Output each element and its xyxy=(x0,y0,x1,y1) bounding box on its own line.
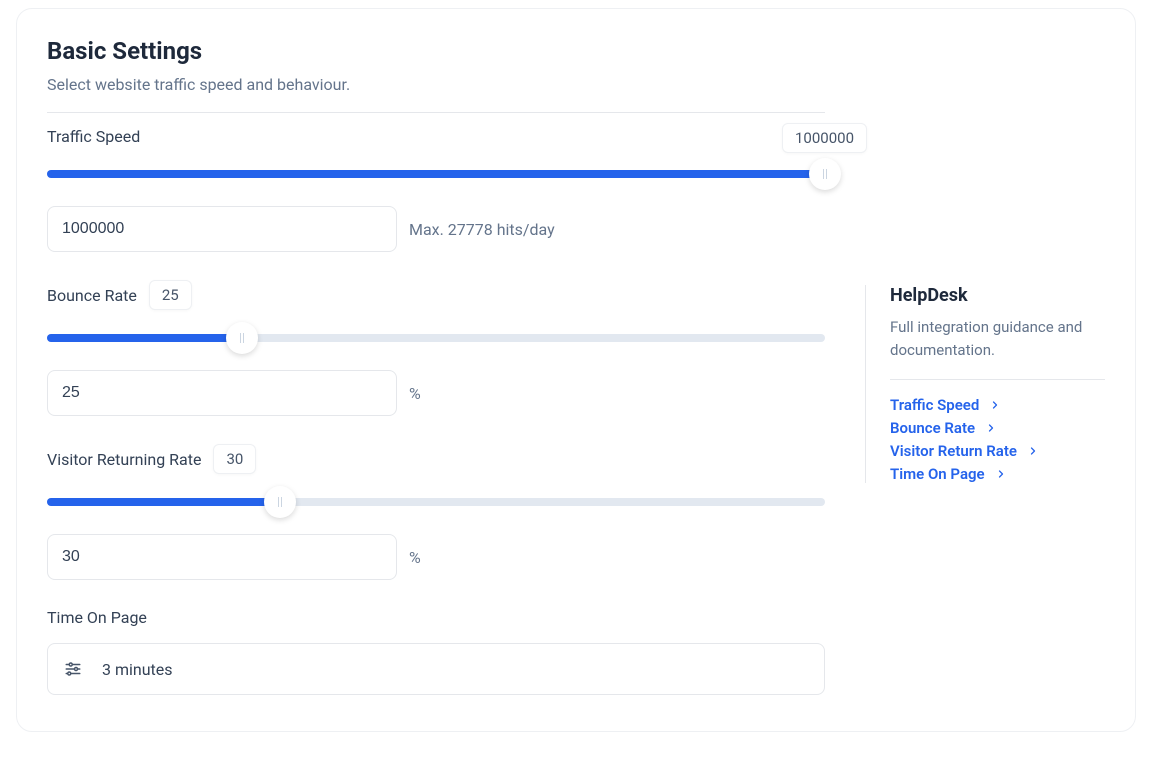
helpdesk-link-traffic-speed[interactable]: Traffic Speed xyxy=(890,396,1105,414)
visitor-return-tooltip: 30 xyxy=(213,444,256,474)
visitor-return-suffix: % xyxy=(409,548,421,567)
helpdesk-desc: Full integration guidance and documentat… xyxy=(890,316,1105,361)
helpdesk-link-bounce-rate[interactable]: Bounce Rate xyxy=(890,419,1105,437)
traffic-speed-slider-fill xyxy=(47,170,825,178)
bounce-rate-setting: Bounce Rate 25 % xyxy=(47,280,825,416)
traffic-speed-label: Traffic Speed xyxy=(47,127,140,146)
helpdesk-link-time-on-page[interactable]: Time On Page xyxy=(890,465,1105,483)
bounce-rate-slider[interactable] xyxy=(47,334,825,342)
helpdesk-link-label: Visitor Return Rate xyxy=(890,442,1017,460)
divider xyxy=(47,112,825,113)
visitor-return-input[interactable] xyxy=(47,534,397,580)
time-on-page-value: 3 minutes xyxy=(102,660,173,679)
traffic-speed-input[interactable] xyxy=(47,206,397,252)
chevron-right-icon xyxy=(985,422,997,434)
basic-settings-card: Basic Settings Select website traffic sp… xyxy=(16,8,1136,732)
helpdesk-link-label: Time On Page xyxy=(890,465,985,483)
visitor-return-slider-thumb[interactable] xyxy=(264,486,296,518)
time-on-page-setting: Time On Page 3 minutes xyxy=(47,608,825,695)
helpdesk-link-label: Traffic Speed xyxy=(890,396,979,414)
traffic-speed-slider[interactable] xyxy=(47,170,825,178)
helpdesk-link-label: Bounce Rate xyxy=(890,419,975,437)
bounce-rate-suffix: % xyxy=(409,384,421,403)
helpdesk-links: Traffic Speed Bounce Rate Visitor Return… xyxy=(890,396,1105,483)
visitor-return-slider[interactable] xyxy=(47,498,825,506)
chevron-right-icon xyxy=(1027,445,1039,457)
traffic-speed-hits: Max. 27778 hits/day xyxy=(409,220,555,239)
visitor-return-label: Visitor Returning Rate xyxy=(47,450,201,469)
settings-main-column: Basic Settings Select website traffic sp… xyxy=(47,37,825,695)
helpdesk-column: HelpDesk Full integration guidance and d… xyxy=(865,37,1105,695)
helpdesk-title: HelpDesk xyxy=(890,285,1105,306)
bounce-rate-label: Bounce Rate xyxy=(47,286,137,305)
helpdesk-link-visitor-return[interactable]: Visitor Return Rate xyxy=(890,442,1105,460)
bounce-rate-slider-fill xyxy=(47,334,242,342)
visitor-return-setting: Visitor Returning Rate 30 % xyxy=(47,444,825,580)
sliders-icon xyxy=(64,660,82,678)
bounce-rate-tooltip: 25 xyxy=(149,280,192,310)
traffic-speed-setting: Traffic Speed 1000000 Max. 27778 hits/da… xyxy=(47,127,825,252)
traffic-speed-slider-thumb[interactable] xyxy=(809,158,841,190)
chevron-right-icon xyxy=(995,468,1007,480)
helpdesk-divider xyxy=(890,379,1105,380)
chevron-right-icon xyxy=(989,399,1001,411)
page-title: Basic Settings xyxy=(47,37,825,65)
visitor-return-slider-fill xyxy=(47,498,280,506)
traffic-speed-tooltip: 1000000 xyxy=(782,123,867,153)
bounce-rate-input[interactable] xyxy=(47,370,397,416)
bounce-rate-slider-thumb[interactable] xyxy=(226,322,258,354)
page-subtitle: Select website traffic speed and behavio… xyxy=(47,75,825,94)
time-on-page-label: Time On Page xyxy=(47,608,147,627)
time-on-page-select[interactable]: 3 minutes xyxy=(47,643,825,695)
